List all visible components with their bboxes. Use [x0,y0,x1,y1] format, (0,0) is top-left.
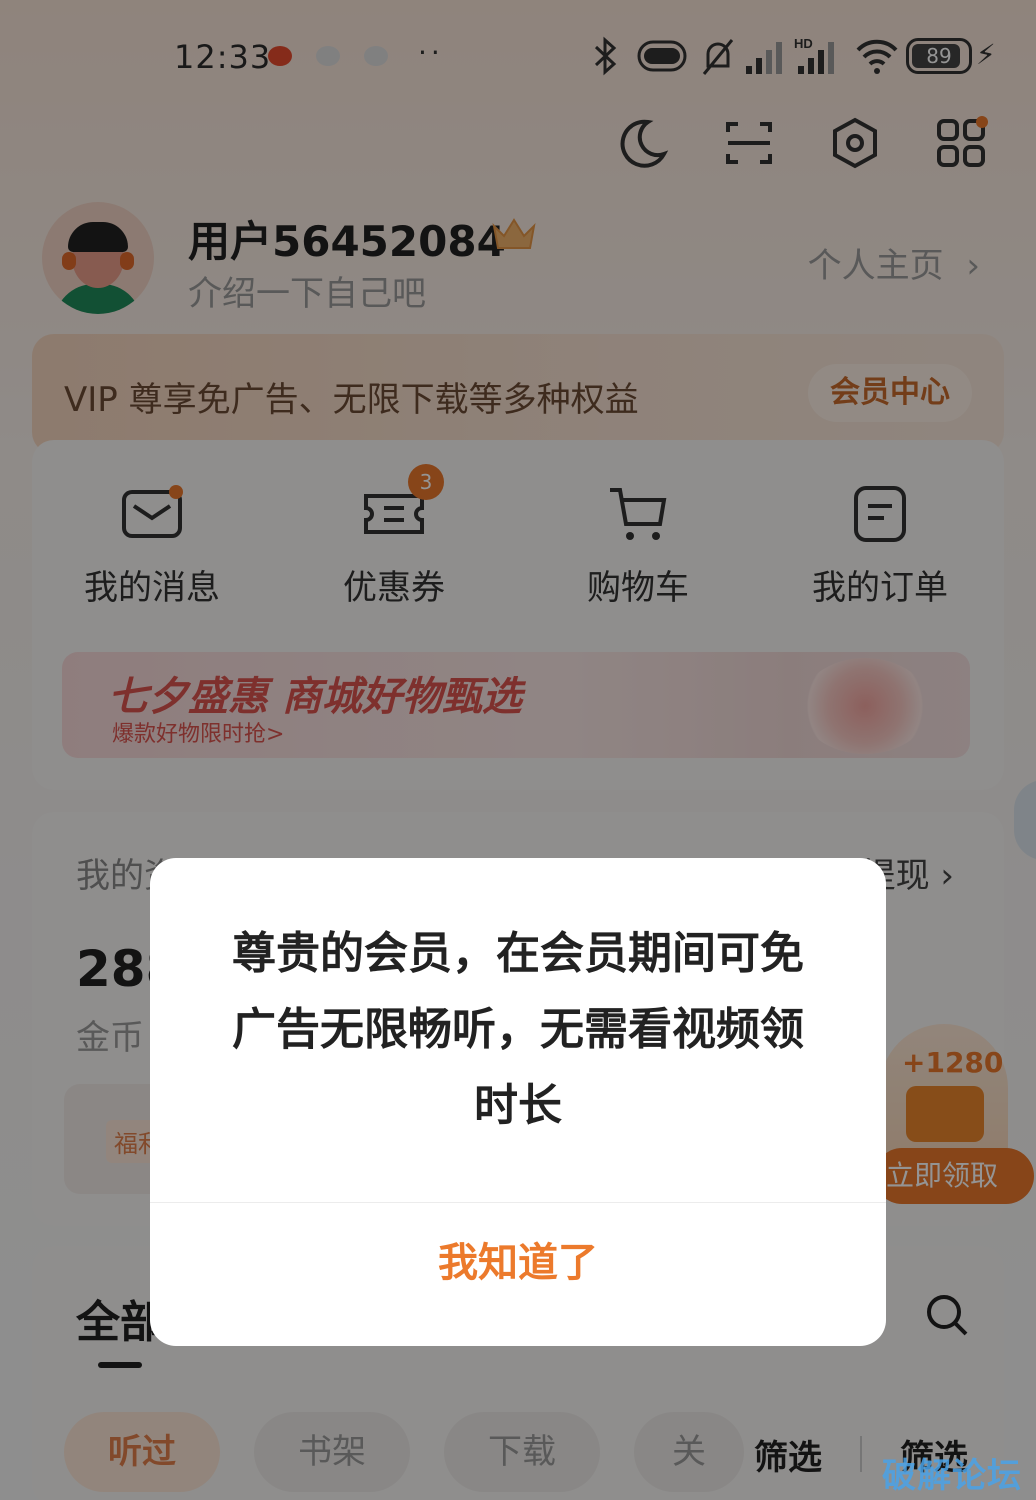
dialog-divider [150,1202,886,1203]
got-it-button[interactable]: 我知道了 [150,1230,886,1288]
watermark: 破解论坛 [882,1456,1022,1496]
dialog-message: 尊贵的会员，在会员期间可免广告无限畅听，无需看视频领时长 [232,928,804,1131]
vip-notice-dialog: 尊贵的会员，在会员期间可免广告无限畅听，无需看视频领时长 我知道了 [150,858,886,1346]
